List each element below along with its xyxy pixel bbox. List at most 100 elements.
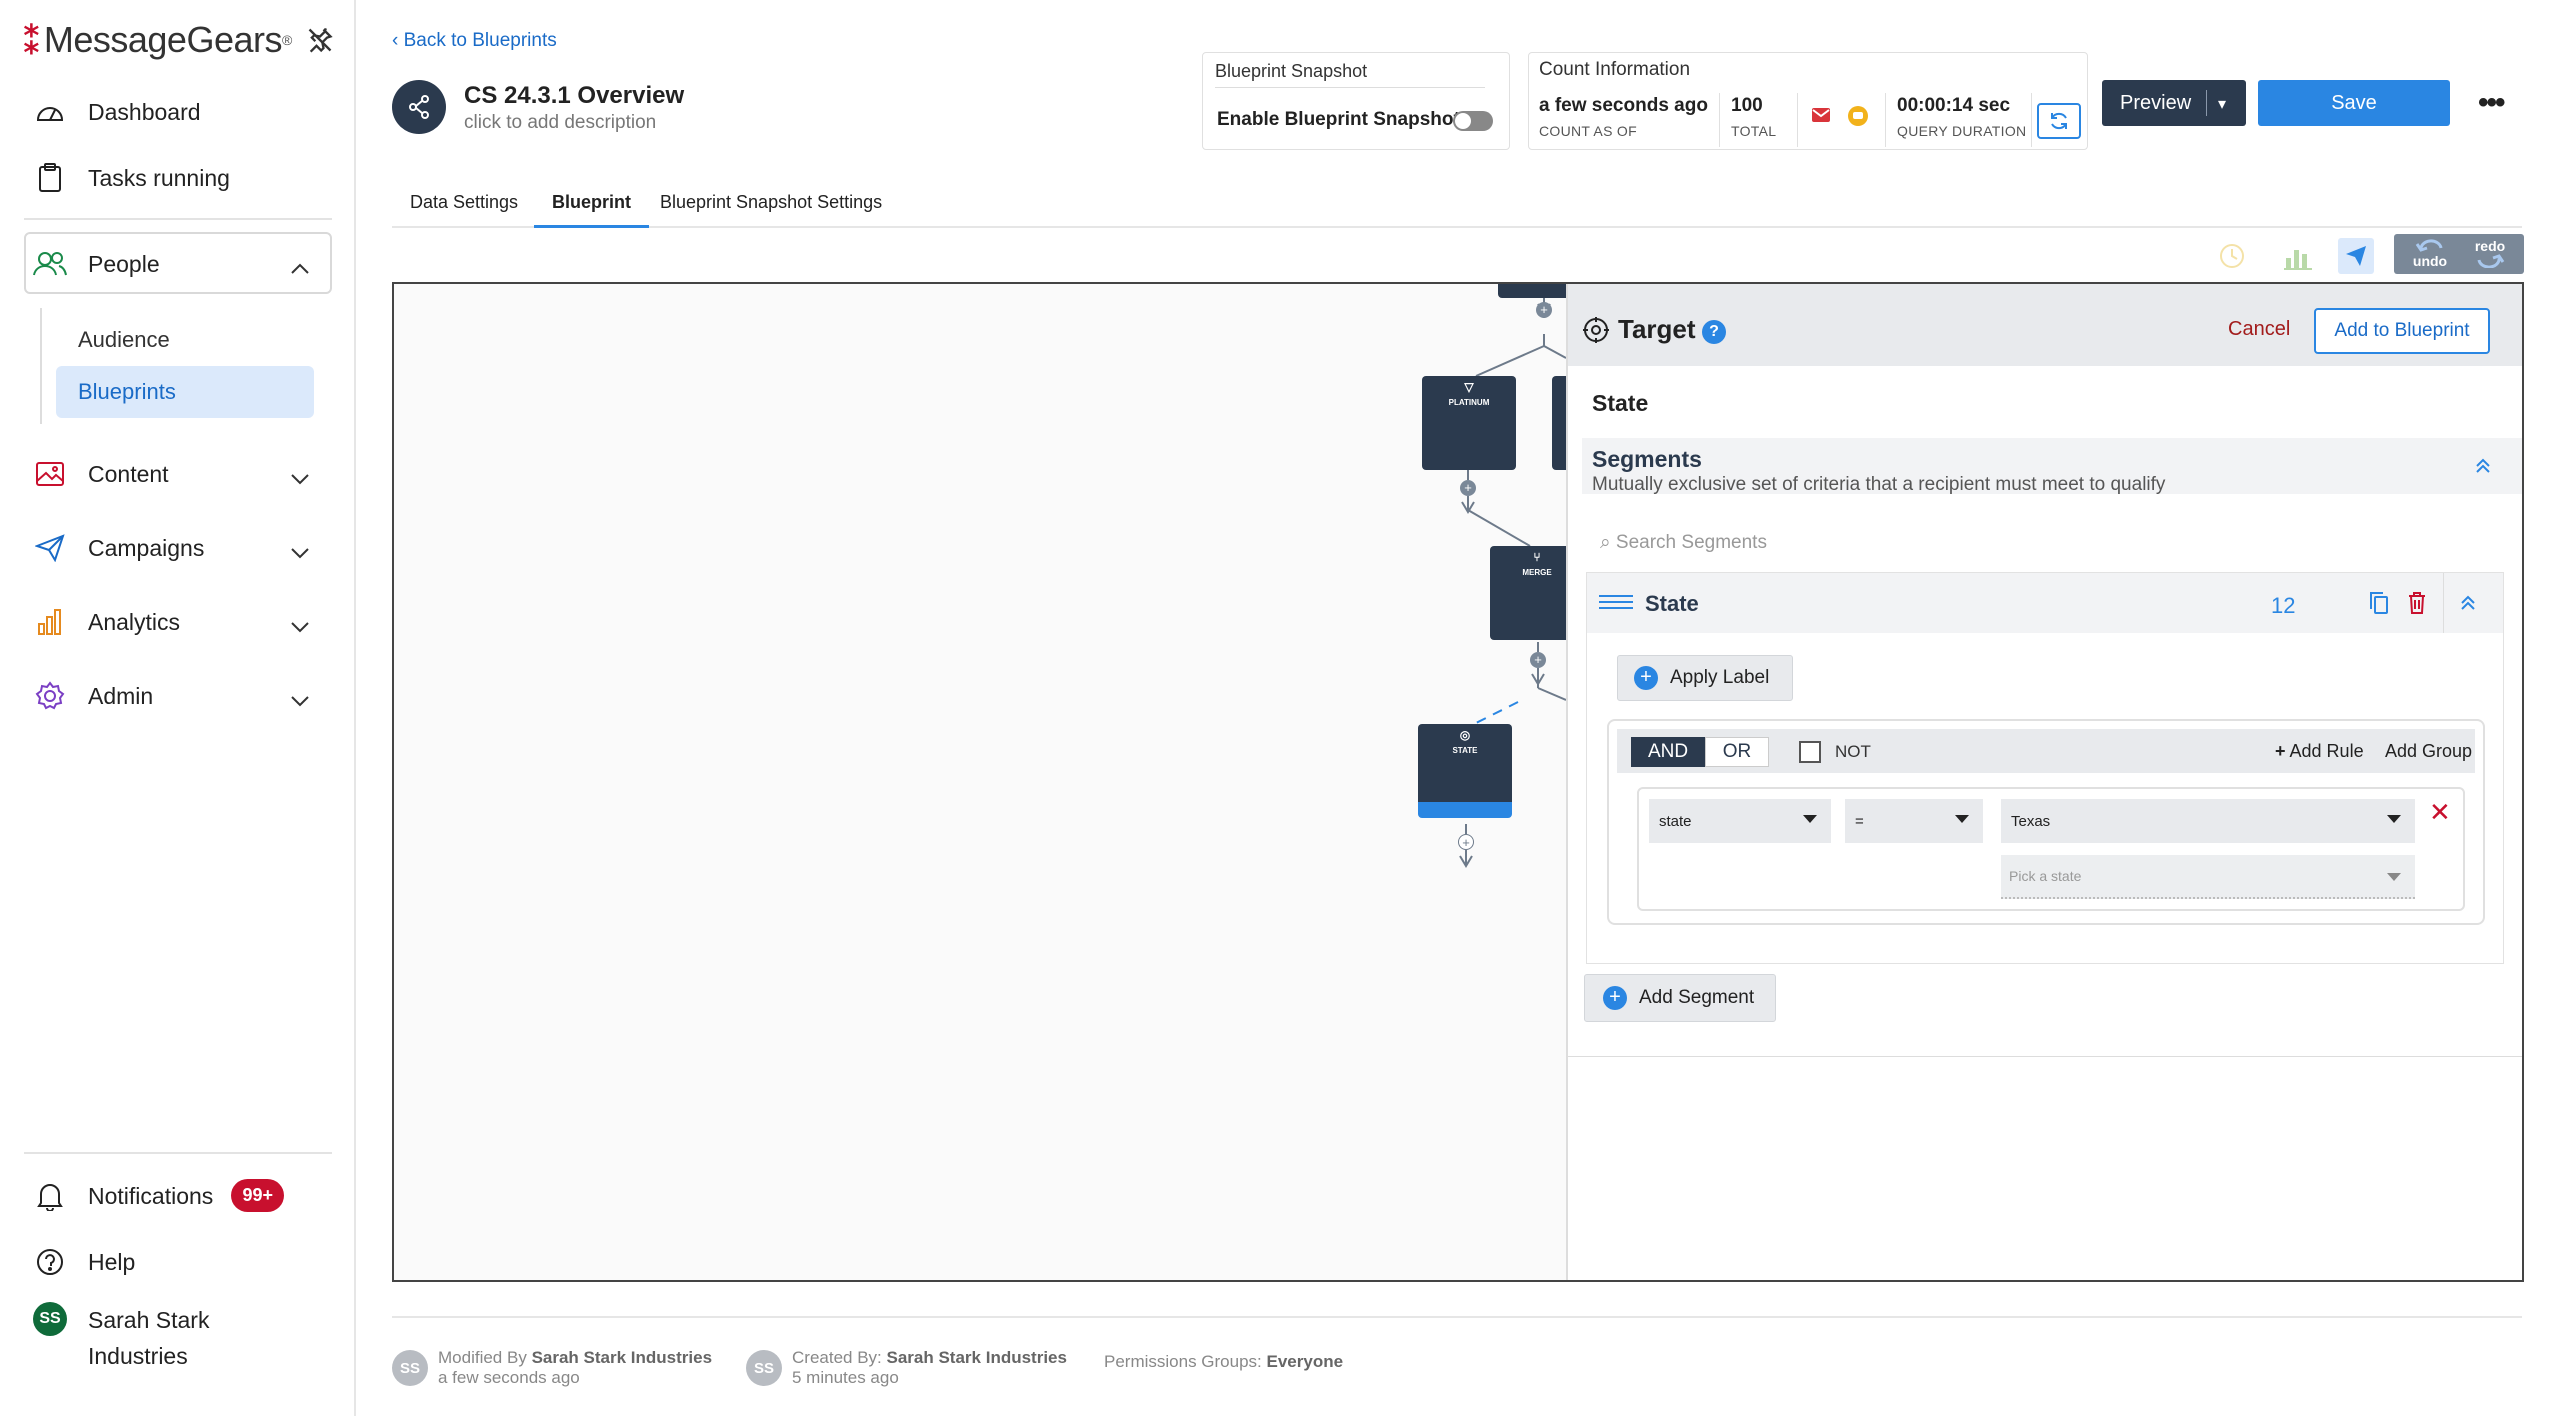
dashboard-gauge-icon [24,100,76,124]
add-node-icon[interactable]: + [1458,834,1474,850]
permissions-text: Permissions Groups: Everyone [1104,1352,1343,1372]
target-icon: ◎ [1459,728,1471,742]
refresh-icon [2051,112,2067,130]
snapshot-toggle-label: Enable Blueprint Snapshot [1217,109,1460,130]
canvas-node-platinum[interactable]: ▽ PLATINUM [1422,376,1516,470]
preview-label: Preview [2120,91,2192,114]
target-panel: Target ? Cancel Add to Blueprint State S… [1566,284,2522,1280]
search-segments-input[interactable]: ⌕ Search Segments [1600,532,1767,554]
operator-select[interactable]: = [1845,799,1983,843]
preview-button[interactable]: Preview ▾ [2102,80,2246,126]
target-name[interactable]: State [1592,390,1648,417]
trash-icon[interactable] [2407,591,2427,620]
sidebar-item-content[interactable]: Content [24,444,332,504]
state-picker-input[interactable]: Pick a state [2001,855,2415,899]
sidebar-item-tasks[interactable]: Tasks running [24,148,332,208]
logo-text: MessageGears [43,19,283,60]
segment-name[interactable]: State [1645,591,1699,617]
collapse-segment-icon[interactable] [2459,595,2477,616]
add-segment-button[interactable]: + Add Segment [1584,974,1776,1022]
logo-trademark: ® [281,32,293,48]
blueprint-canvas[interactable]: + ▽ PLATINUM + ⑂ MERGE + ◎ STATE + Targe… [392,282,2524,1282]
apply-label-button[interactable]: + Apply Label [1617,655,1793,701]
divider [24,218,332,220]
permissions-label: Permissions Groups: [1104,1352,1262,1371]
logo[interactable]: ⁑ MessageGears ® [22,18,334,63]
back-link-label: Back to Blueprints [403,30,557,51]
modified-when: a few seconds ago [438,1368,580,1387]
sidebar-item-people[interactable]: People [24,234,332,294]
sidebar-item-campaigns[interactable]: Campaigns [24,518,332,578]
segment-count: 12 [2271,593,2296,618]
clipboard-icon [24,163,76,193]
sidebar-item-label: Content [88,460,169,487]
canvas-node-state[interactable]: ◎ STATE [1418,724,1512,818]
page-description[interactable]: click to add description [464,112,656,134]
email-channel-icon [1811,107,1831,128]
add-to-blueprint-button[interactable]: Add to Blueprint [2314,308,2490,354]
value-select[interactable]: Texas [2001,799,2415,843]
tab-blueprint-snapshot-settings[interactable]: Blueprint Snapshot Settings [660,192,882,225]
and-toggle[interactable]: AND [1631,737,1705,767]
add-node-icon[interactable]: + [1536,302,1552,318]
sidebar-item-blueprints[interactable]: Blueprints [56,366,314,418]
page-title[interactable]: CS 24.3.1 Overview [464,82,684,110]
tab-bar: Data Settings Blueprint Blueprint Snapsh… [392,180,2522,228]
target-icon [1582,316,1610,349]
sidebar-item-audience[interactable]: Audience [56,314,314,366]
caret-down-icon[interactable]: ▾ [2218,94,2226,114]
not-label: NOT [1835,742,1871,761]
avatar: SS [746,1350,782,1386]
chevron-down-icon [290,686,310,713]
add-rule-button[interactable]: + Add Rule [2275,741,2364,762]
copy-icon[interactable] [2369,591,2389,620]
rule-group-bar: AND OR NOT + Add Rule Add Group [1617,729,2475,773]
cancel-button[interactable]: Cancel [2228,318,2290,341]
segment-card: State 12 + Apply Label AND OR NOT + Add … [1586,572,2504,964]
add-node-icon[interactable]: + [1530,652,1546,668]
back-to-blueprints-link[interactable]: ‹ Back to Blueprints [392,30,557,52]
chevron-down-icon [290,612,310,639]
query-duration: 00:00:14 sec QUERY DURATION [1897,91,2026,149]
not-checkbox[interactable] [1799,741,1821,763]
count-title: Count Information [1539,59,1691,80]
sidebar-item-label: Campaigns [88,534,205,561]
sidebar-item-dashboard[interactable]: Dashboard [24,82,332,142]
collapse-icon[interactable] [2474,458,2492,479]
send-icon[interactable] [2338,238,2374,274]
or-toggle[interactable]: OR [1705,737,1769,767]
rule-row: state = Texas Pick a state ✕ [1637,787,2465,911]
stats-icon[interactable] [2280,238,2316,274]
save-button[interactable]: Save [2258,80,2450,126]
add-segment-label: Add Segment [1639,987,1755,1008]
sidebar-item-analytics[interactable]: Analytics [24,592,332,652]
tab-data-settings[interactable]: Data Settings [410,192,518,225]
sidebar-user[interactable]: SS Sarah Stark Industries [24,1302,332,1382]
clock-icon[interactable] [2214,238,2250,274]
more-options-icon[interactable]: ••• [2478,86,2505,120]
plus-icon: + [1634,666,1658,690]
sidebar-item-notifications[interactable]: Notifications 99+ [24,1166,332,1226]
unpin-icon[interactable] [306,26,334,61]
undo-button[interactable]: undo [2402,238,2458,269]
add-node-icon[interactable]: + [1460,480,1476,496]
count-total-label: TOTAL [1731,123,1777,139]
tab-blueprint[interactable]: Blueprint [534,192,649,228]
divider [1885,93,1886,147]
add-group-button[interactable]: Add Group [2385,741,2472,762]
divider [1797,93,1798,147]
user-name-line1: Sarah Stark [88,1307,210,1333]
notifications-badge: 99+ [231,1179,284,1212]
drag-handle-icon[interactable] [1599,593,1633,616]
divider [2031,93,2032,147]
sidebar-item-admin[interactable]: Admin [24,666,332,726]
sidebar-item-help[interactable]: Help [24,1232,332,1292]
close-icon[interactable]: ✕ [2429,797,2451,828]
field-select[interactable]: state [1649,799,1831,843]
help-icon[interactable]: ? [1702,320,1726,344]
redo-button[interactable]: redo [2462,238,2518,271]
node-label: STATE [1452,746,1478,755]
created-when: 5 minutes ago [792,1368,899,1387]
refresh-count-button[interactable] [2037,103,2081,139]
snapshot-toggle[interactable] [1453,111,1493,131]
